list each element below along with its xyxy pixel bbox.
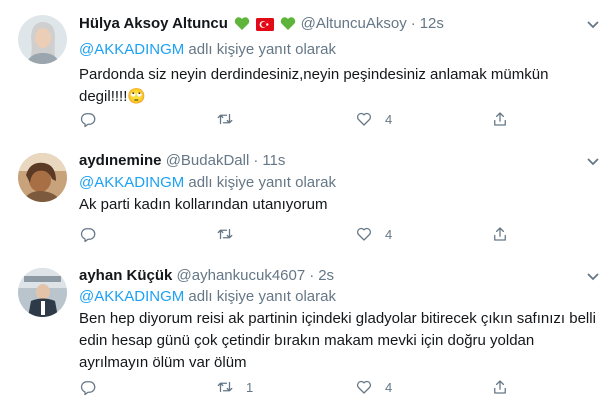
separator-dot: · — [253, 152, 259, 169]
tweet-text: Ak parti kadın kollarından utanıyorum — [79, 196, 328, 213]
retweet-icon — [217, 381, 233, 393]
reply-button[interactable] — [79, 376, 109, 398]
reply-icon — [80, 228, 96, 243]
separator-dot: · — [410, 15, 416, 32]
retweet-icon — [217, 228, 233, 240]
mention-link[interactable]: @AKKADINGM — [79, 288, 184, 305]
tweet-actions: 4 — [79, 223, 519, 245]
timestamp[interactable]: 2s — [318, 267, 334, 284]
author-name[interactable]: Hülya Aksoy Altuncu — [79, 15, 228, 32]
share-button[interactable] — [491, 108, 509, 130]
retweet-button[interactable] — [216, 108, 246, 130]
green-heart-icon — [281, 17, 296, 30]
avatar[interactable] — [18, 153, 67, 202]
turkey-flag-icon — [256, 18, 275, 31]
like-count: 4 — [385, 111, 393, 127]
share-icon — [494, 112, 506, 126]
like-button[interactable]: 4 — [355, 376, 392, 398]
chevron-down-icon[interactable] — [586, 272, 600, 282]
tweet-text: Pardonda siz neyin derdindesiniz,neyin p… — [79, 66, 549, 105]
chevron-down-icon[interactable] — [586, 20, 600, 30]
separator-dot: · — [309, 267, 315, 284]
reply-icon — [80, 113, 96, 128]
reply-context-label: adlı kişiye yanıt olarak — [184, 288, 336, 305]
like-button[interactable]: 4 — [355, 108, 392, 130]
reply-context-label: adlı kişiye yanıt olarak — [184, 174, 336, 191]
mention-link[interactable]: @AKKADINGM — [79, 41, 184, 58]
tweet-actions: 1 4 — [79, 376, 519, 398]
avatar[interactable] — [18, 15, 67, 64]
reply-context-label: adlı kişiye yanıt olarak — [184, 41, 336, 58]
heart-icon — [356, 380, 372, 394]
tweet[interactable]: aydınemine @BudakDall · 11s @AKKADINGM adl… — [0, 143, 614, 259]
author-handle[interactable]: @ayhankucuk4607 — [177, 267, 306, 284]
like-count: 4 — [385, 379, 393, 395]
reply-button[interactable] — [79, 223, 109, 245]
tweet[interactable]: Hülya Aksoy Altuncu @AltuncuAksoy · 12s @A… — [0, 0, 614, 144]
chevron-down-icon[interactable] — [586, 157, 600, 167]
retweet-button[interactable] — [216, 223, 246, 245]
timestamp[interactable]: 12s — [420, 15, 444, 32]
retweet-button[interactable]: 1 — [216, 376, 253, 398]
retweet-icon — [217, 113, 233, 125]
tweet-actions: 4 — [79, 108, 519, 130]
heart-icon — [356, 227, 372, 241]
reply-button[interactable] — [79, 108, 109, 130]
tweet[interactable]: ayhan Küçük @ayhankucuk4607 · 2s @AKKADING… — [0, 258, 614, 407]
author-handle[interactable]: @BudakDall — [166, 152, 250, 169]
tweet-text: Ben hep diyorum reisi ak partinin içinde… — [79, 310, 596, 371]
green-heart-icon — [234, 17, 250, 30]
share-button[interactable] — [491, 223, 509, 245]
mention-link[interactable]: @AKKADINGM — [79, 174, 184, 191]
share-button[interactable] — [491, 376, 509, 398]
share-icon — [494, 380, 506, 394]
retweet-count: 1 — [246, 379, 254, 395]
author-name[interactable]: aydınemine — [79, 152, 162, 169]
reply-icon — [80, 381, 96, 396]
like-button[interactable]: 4 — [355, 223, 392, 245]
author-handle[interactable]: @AltuncuAksoy — [301, 15, 407, 32]
reply-context: @AKKADINGM adlı kişiye yanıt olarak — [79, 40, 336, 60]
share-icon — [494, 227, 506, 241]
reply-context: @AKKADINGM adlı kişiye yanıt olarak — [79, 173, 336, 193]
author-name[interactable]: ayhan Küçük — [79, 267, 172, 284]
like-count: 4 — [385, 226, 393, 242]
heart-icon — [356, 112, 372, 126]
timestamp[interactable]: 11s — [262, 152, 285, 169]
reply-context: @AKKADINGM adlı kişiye yanıt olarak — [79, 287, 336, 307]
avatar[interactable] — [18, 268, 67, 317]
